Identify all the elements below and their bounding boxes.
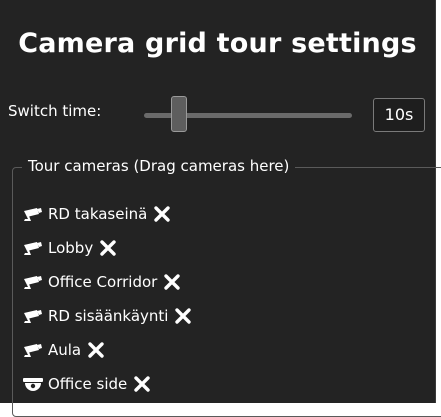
list-item[interactable]: RD sisäänkäynti: [22, 299, 192, 333]
camera-name: Office side: [48, 375, 128, 393]
list-item[interactable]: RD takaseinä: [22, 197, 192, 231]
list-item[interactable]: Office Corridor: [22, 265, 192, 299]
list-item[interactable]: Lobby: [22, 231, 192, 265]
remove-icon[interactable]: [163, 273, 181, 291]
remove-icon[interactable]: [99, 239, 117, 257]
bullet-camera-icon: [22, 206, 44, 222]
camera-name: Office Corridor: [48, 273, 158, 291]
bullet-camera-icon: [22, 274, 44, 290]
dome-camera-icon: [22, 376, 44, 392]
list-item[interactable]: Office side: [22, 367, 192, 401]
switch-time-slider[interactable]: [144, 96, 352, 136]
remove-icon[interactable]: [153, 205, 171, 223]
camera-name: RD takaseinä: [48, 205, 148, 223]
remove-icon[interactable]: [87, 341, 105, 359]
switch-time-label: Switch time:: [8, 102, 102, 120]
camera-name: Aula: [48, 341, 82, 359]
tour-cameras-legend: Tour cameras (Drag cameras here): [22, 157, 296, 175]
tour-settings-panel: Camera grid tour settings Switch time: 1…: [0, 0, 441, 417]
slider-thumb[interactable]: [171, 96, 187, 132]
camera-name: RD sisäänkäynti: [48, 307, 169, 325]
bullet-camera-icon: [22, 240, 44, 256]
camera-name: Lobby: [48, 239, 94, 257]
bullet-camera-icon: [22, 342, 44, 358]
list-item[interactable]: Aula: [22, 333, 192, 367]
page-title: Camera grid tour settings: [18, 28, 417, 59]
remove-icon[interactable]: [174, 307, 192, 325]
remove-icon[interactable]: [133, 375, 151, 393]
bullet-camera-icon: [22, 308, 44, 324]
tour-camera-list[interactable]: RD takaseinä Lobby Office Corridor RD si…: [22, 197, 192, 401]
switch-time-value[interactable]: 10s: [373, 98, 425, 132]
